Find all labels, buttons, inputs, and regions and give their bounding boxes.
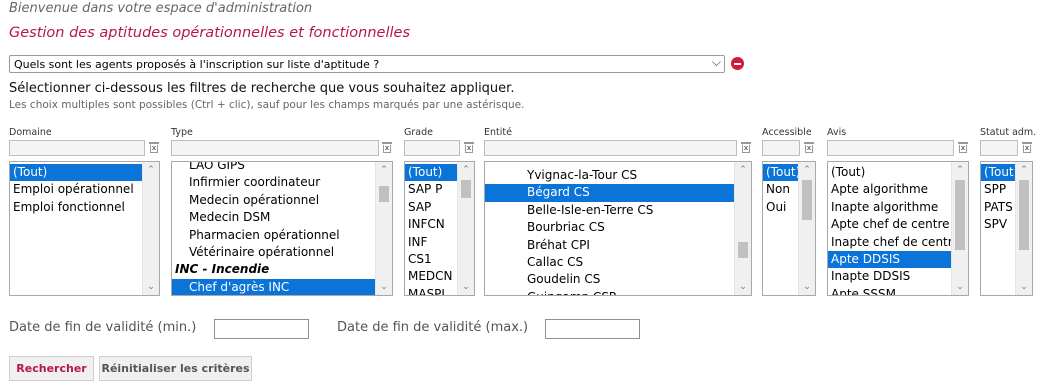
trash-clear-icon[interactable]: x — [381, 141, 393, 154]
list-option[interactable]: Medecin DSM — [172, 209, 375, 226]
list-option[interactable]: Inapte DDSIS — [828, 268, 951, 285]
list-option[interactable]: MEDCN — [405, 268, 457, 285]
list-option[interactable]: Apte algorithme — [828, 181, 951, 198]
list-option[interactable]: (Tout) — [763, 164, 798, 182]
list-option[interactable]: INF — [405, 234, 457, 251]
list-option[interactable]: SAP — [405, 199, 457, 216]
list-option[interactable]: INFCN — [405, 216, 457, 233]
trash-clear-icon[interactable]: x — [803, 141, 815, 154]
filter-label-statut: Statut adm. — [980, 127, 1037, 138]
reset-button[interactable]: Réinitialiser les critères — [99, 356, 252, 381]
filter-search-grade[interactable] — [404, 140, 460, 156]
scrollbar[interactable]: ⌃ ⌄ — [798, 162, 815, 295]
list-option[interactable]: (Tout) — [10, 164, 142, 182]
list-option[interactable]: Belle-Isle-en-Terre CS — [485, 202, 734, 219]
listbox-entite[interactable]: Yvignac-la-Tour CS Bégard CS Belle-Isle-en… — [484, 161, 752, 296]
query-select[interactable]: Quels sont les agents proposés à l'inscr… — [9, 55, 725, 73]
filter-label-type: Type — [171, 127, 193, 138]
list-option[interactable]: Oui — [763, 199, 798, 216]
remove-circle-icon[interactable] — [731, 57, 744, 70]
filter-label-entite: Entité — [484, 127, 512, 138]
list-option[interactable]: Inapte chef de centre — [828, 234, 951, 251]
list-option[interactable]: Medecin opérationnel — [172, 192, 375, 209]
hint-text: Les choix multiples sont possibles (Ctrl… — [9, 99, 525, 111]
date-max-input[interactable] — [545, 319, 640, 339]
scrollbar[interactable]: ⌃ ⌄ — [457, 162, 474, 295]
list-option[interactable]: Bourbriac CS — [485, 219, 734, 236]
filter-label-accessible: Accessible — [762, 127, 812, 138]
list-option[interactable]: CS1 — [405, 251, 457, 268]
list-option[interactable]: Pharmacien opérationnel — [172, 227, 375, 244]
filter-search-domaine[interactable] — [9, 140, 145, 156]
scrollbar[interactable]: ⌃ ⌄ — [142, 162, 159, 295]
scrollbar[interactable]: ⌃ ⌄ — [951, 162, 968, 295]
list-option[interactable]: Chef d'agrès INC — [172, 278, 375, 295]
filter-search-entite[interactable] — [484, 140, 737, 156]
list-option[interactable]: Goudelin CS — [485, 271, 734, 288]
scrollbar[interactable]: ⌃ ⌄ — [375, 162, 392, 295]
query-select-value: Quels sont les agents proposés à l'inscr… — [14, 58, 380, 71]
listbox-avis[interactable]: (Tout) Apte algorithme Inapte algorithme Ap… — [827, 161, 969, 296]
list-option[interactable]: LAO GIPS — [172, 162, 375, 174]
list-option[interactable]: SPV — [981, 216, 1015, 233]
list-option[interactable]: SAP P — [405, 181, 457, 198]
listbox-domaine[interactable]: (Tout) Emploi opérationnel Emploi fonction… — [9, 161, 160, 296]
list-option[interactable]: Apte chef de centre — [828, 216, 951, 233]
list-option[interactable]: Emploi opérationnel — [10, 181, 142, 198]
welcome-text: Bienvenue dans votre espace d'administra… — [9, 1, 313, 16]
list-option[interactable]: MASPI — [405, 286, 457, 295]
listbox-accessible[interactable]: (Tout) Non Oui ⌃ ⌄ — [762, 161, 816, 296]
list-option[interactable]: Inapte algorithme — [828, 199, 951, 216]
scrollbar[interactable]: ⌃ ⌄ — [734, 162, 751, 295]
listbox-grade[interactable]: (Tout) SAP P SAP INFCN INF CS1 MEDCN MASPI ⌃ ⌄ — [404, 161, 475, 296]
list-option[interactable]: Bréhat CPI — [485, 237, 734, 254]
filter-label-avis: Avis — [827, 127, 847, 138]
listbox-statut[interactable]: (Tout) SPP PATS SPV ⌃ ⌄ — [980, 161, 1033, 296]
scrollbar[interactable]: ⌃ ⌄ — [1015, 162, 1032, 295]
date-max-label: Date de fin de validité (max.) — [337, 320, 529, 335]
list-option[interactable]: (Tout) — [828, 164, 951, 181]
date-min-input[interactable] — [214, 319, 309, 339]
search-button[interactable]: Rechercher — [9, 356, 94, 381]
list-option[interactable]: Infirmier coordinateur — [172, 174, 375, 191]
list-option[interactable]: Bégard CS — [485, 184, 734, 202]
filter-label-domaine: Domaine — [9, 127, 52, 138]
list-option[interactable]: Emploi fonctionnel — [10, 199, 142, 216]
listbox-type[interactable]: LAO GIPS Infirmier coordinateur Medecin op… — [171, 161, 393, 296]
list-option[interactable]: Apte SSSM — [828, 286, 951, 295]
filter-search-avis[interactable] — [827, 140, 954, 156]
trash-clear-icon[interactable]: x — [957, 141, 969, 154]
list-option[interactable]: (Tout) — [981, 164, 1015, 182]
list-option[interactable]: Apte DDSIS — [828, 250, 951, 269]
list-option[interactable]: (Tout) — [405, 164, 457, 182]
trash-clear-icon[interactable]: x — [463, 141, 475, 154]
list-option[interactable]: Guingamp CSP — [485, 289, 734, 295]
list-option[interactable]: Callac CS — [485, 254, 734, 271]
trash-clear-icon[interactable]: x — [1021, 141, 1033, 154]
list-option[interactable]: Yvignac-la-Tour CS — [485, 167, 734, 184]
list-option[interactable]: SPP — [981, 181, 1015, 198]
list-option[interactable]: Non — [763, 181, 798, 198]
list-option[interactable]: PATS — [981, 199, 1015, 216]
option-group: INC - Incendie — [175, 262, 270, 277]
page-title: Gestion des aptitudes opérationnelles et… — [9, 25, 410, 41]
date-min-label: Date de fin de validité (min.) — [9, 320, 197, 335]
trash-clear-icon[interactable]: x — [148, 141, 160, 154]
filter-label-grade: Grade — [404, 127, 433, 138]
filter-search-type[interactable] — [171, 140, 379, 156]
chevron-down-icon: ⌵ — [711, 55, 721, 69]
filter-search-accessible[interactable] — [762, 140, 800, 156]
trash-clear-icon[interactable]: x — [740, 141, 752, 154]
instructions-text: Sélectionner ci-dessous les filtres de r… — [9, 81, 515, 96]
filter-search-statut[interactable] — [980, 140, 1018, 156]
list-option[interactable]: Vétérinaire opérationnel — [172, 244, 375, 261]
